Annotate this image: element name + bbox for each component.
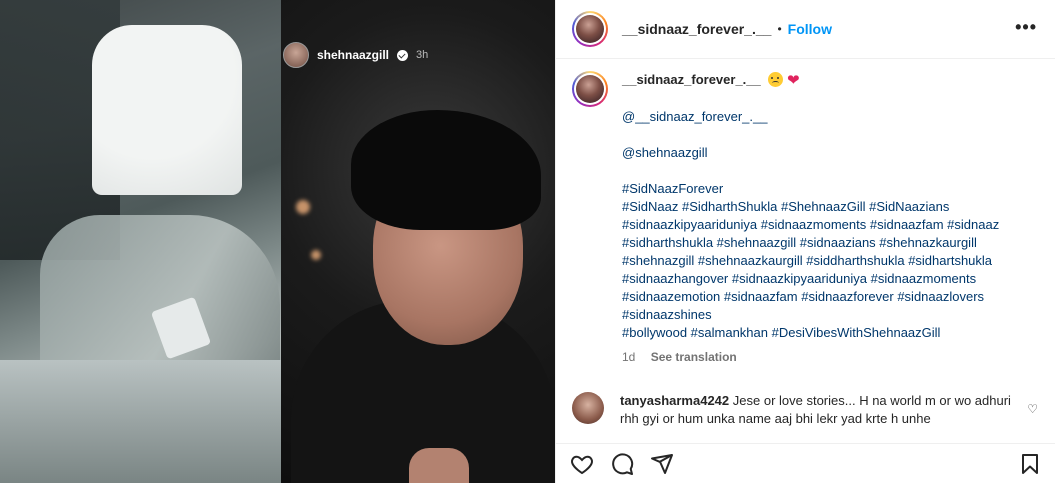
hashtag-line[interactable]: #sidnaazshines	[622, 306, 1039, 324]
comment-icon[interactable]	[610, 452, 634, 476]
heart-icon[interactable]	[570, 452, 594, 476]
caption: __sidnaaz_forever_.__ ❤ @__sidnaaz_forev…	[556, 59, 1055, 366]
more-options-icon[interactable]: •••	[1015, 18, 1037, 36]
hashtag-line[interactable]: #SidNaazForever	[622, 180, 1039, 198]
hashtag-line[interactable]: #sidnaazhangover #sidnaazkipyaariduniya …	[622, 270, 1039, 288]
hashtag-line[interactable]: #sidnaazemotion #sidnaazfam #sidnaazfore…	[622, 288, 1039, 306]
heart-emoji-icon: ❤	[787, 72, 800, 89]
comment-avatar[interactable]	[572, 392, 604, 424]
post-age: 1d	[622, 350, 636, 364]
caption-meta: 1d See translation	[622, 348, 1039, 366]
hashtag-line[interactable]: #sidnaazkipyaariduniya #sidnaazmoments #…	[622, 216, 1039, 234]
hashtag-line[interactable]: #sidharthshukla #shehnaazgill #sidnaazia…	[622, 234, 1039, 252]
comment: tanyasharma4242 Jese or love stories... …	[572, 392, 1042, 428]
instagram-post-view: shehnaazgill 3h __sidnaaz_forever_.__ • …	[0, 0, 1055, 483]
verified-badge-icon	[397, 49, 409, 61]
see-translation-button[interactable]: See translation	[651, 350, 737, 364]
caption-avatar[interactable]	[572, 71, 608, 107]
bookmark-icon[interactable]	[1018, 452, 1042, 476]
story-time: 3h	[416, 49, 429, 61]
sad-emoji-icon	[768, 72, 784, 87]
post-panel: __sidnaaz_forever_.__ • Follow ••• __sid…	[555, 0, 1055, 483]
hashtag-line[interactable]: #SidNaaz #SidharthShukla #ShehnaazGill #…	[622, 198, 1039, 216]
story-username: shehnaazgill	[317, 48, 390, 62]
media-right-photo	[281, 0, 555, 483]
separator-dot: •	[777, 22, 782, 36]
caption-username[interactable]: __sidnaaz_forever_.__	[622, 72, 761, 87]
hashtag-line[interactable]: #shehnazgill #shehnaazkaurgill #siddhart…	[622, 252, 1039, 270]
action-bar	[556, 443, 1055, 483]
mention-link[interactable]: @shehnaazgill	[622, 144, 1039, 162]
post-media[interactable]: shehnaazgill 3h	[0, 0, 555, 483]
share-icon[interactable]	[650, 452, 674, 476]
story-avatar	[283, 42, 309, 68]
story-header: shehnaazgill 3h	[283, 42, 428, 68]
mention-link[interactable]: @__sidnaaz_forever_.__	[622, 108, 1039, 126]
post-username[interactable]: __sidnaaz_forever_.__	[622, 21, 771, 37]
hashtag-line[interactable]: #bollywood #salmankhan #DesiVibesWithShe…	[622, 324, 1039, 342]
comment-like-icon[interactable]: ♡	[1027, 402, 1038, 416]
comment-username[interactable]: tanyasharma4242	[620, 393, 729, 408]
post-header: __sidnaaz_forever_.__ • Follow •••	[556, 0, 1055, 59]
avatar[interactable]	[572, 11, 608, 47]
follow-button[interactable]: Follow	[788, 21, 832, 37]
media-left-photo	[0, 0, 281, 483]
